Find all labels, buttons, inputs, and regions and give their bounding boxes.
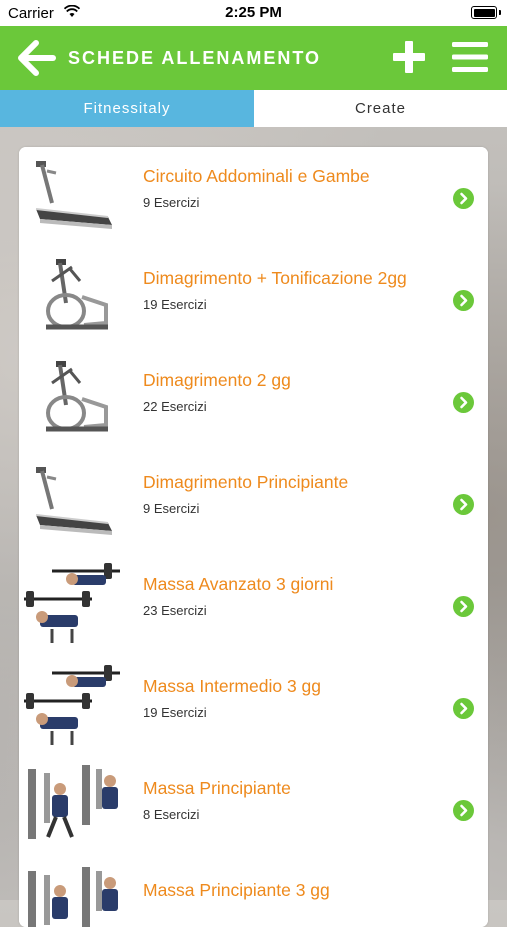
exercise-count: 23 Esercizi bbox=[143, 603, 207, 618]
treadmill-icon bbox=[35, 467, 112, 535]
workout-title: Massa Principiante 3 gg bbox=[143, 880, 330, 900]
workout-title: Circuito Addominali e Gambe bbox=[143, 166, 370, 186]
battery-icon bbox=[471, 6, 497, 19]
chevron-right-icon[interactable] bbox=[453, 290, 474, 311]
tab-fitnessitaly[interactable]: Fitnessitaly bbox=[0, 90, 254, 127]
chevron-right-icon[interactable] bbox=[453, 494, 474, 515]
chevron-right-icon[interactable] bbox=[453, 800, 474, 821]
workout-title: Dimagrimento + Tonificazione 2gg bbox=[143, 268, 407, 288]
list-item[interactable]: Massa Principiante 3 gg bbox=[19, 861, 488, 927]
bench-press-icon bbox=[24, 665, 120, 745]
workout-title: Massa Principiante bbox=[143, 778, 291, 798]
tab-create[interactable]: Create bbox=[254, 90, 507, 127]
exercise-count: 9 Esercizi bbox=[143, 195, 200, 210]
hamburger-icon[interactable] bbox=[452, 41, 488, 73]
status-bar: Carrier 2:25 PM bbox=[0, 0, 507, 26]
exercise-count: 19 Esercizi bbox=[143, 705, 207, 720]
workout-list: Circuito Addominali e Gambe 9 Esercizi D… bbox=[19, 147, 488, 927]
arrow-left-icon[interactable] bbox=[18, 40, 56, 76]
list-item[interactable]: Dimagrimento 2 gg 22 Esercizi bbox=[19, 351, 488, 454]
list-item[interactable]: Dimagrimento + Tonificazione 2gg 19 Eser… bbox=[19, 249, 488, 352]
exercise-count: 19 Esercizi bbox=[143, 297, 207, 312]
exercise-count: 22 Esercizi bbox=[143, 399, 207, 414]
list-item[interactable]: Massa Avanzato 3 giorni 23 Esercizi bbox=[19, 555, 488, 658]
list-item[interactable]: Massa Intermedio 3 gg 19 Esercizi bbox=[19, 657, 488, 760]
elliptical-icon bbox=[46, 259, 108, 330]
chevron-right-icon[interactable] bbox=[453, 698, 474, 719]
list-item[interactable]: Dimagrimento Principiante 9 Esercizi bbox=[19, 453, 488, 556]
clock: 2:25 PM bbox=[225, 4, 282, 21]
workout-title: Massa Avanzato 3 giorni bbox=[143, 574, 334, 594]
list-item[interactable]: Massa Principiante 8 Esercizi bbox=[19, 759, 488, 862]
list-item[interactable]: Circuito Addominali e Gambe 9 Esercizi bbox=[19, 147, 488, 250]
chest-press-machine-icon bbox=[28, 765, 118, 839]
chevron-right-icon[interactable] bbox=[453, 392, 474, 413]
elliptical-icon bbox=[46, 361, 108, 432]
plus-icon[interactable] bbox=[392, 40, 426, 74]
exercise-count: 9 Esercizi bbox=[143, 501, 200, 516]
bench-press-icon bbox=[24, 563, 120, 643]
battery-cap bbox=[499, 10, 501, 15]
page-title: SCHEDE ALLENAMENTO bbox=[68, 48, 322, 68]
chevron-right-icon[interactable] bbox=[453, 596, 474, 617]
workout-title: Massa Intermedio 3 gg bbox=[143, 676, 322, 696]
segmented-tabs: Fitnessitaly Create bbox=[0, 90, 507, 127]
treadmill-icon bbox=[35, 161, 112, 229]
workout-title: Dimagrimento 2 gg bbox=[143, 370, 291, 390]
nav-bar: SCHEDE ALLENAMENTO bbox=[0, 26, 507, 90]
chevron-right-icon[interactable] bbox=[453, 188, 474, 209]
exercise-count: 8 Esercizi bbox=[143, 807, 200, 822]
chest-press-machine-icon bbox=[28, 867, 118, 927]
workout-title: Dimagrimento Principiante bbox=[143, 472, 349, 492]
